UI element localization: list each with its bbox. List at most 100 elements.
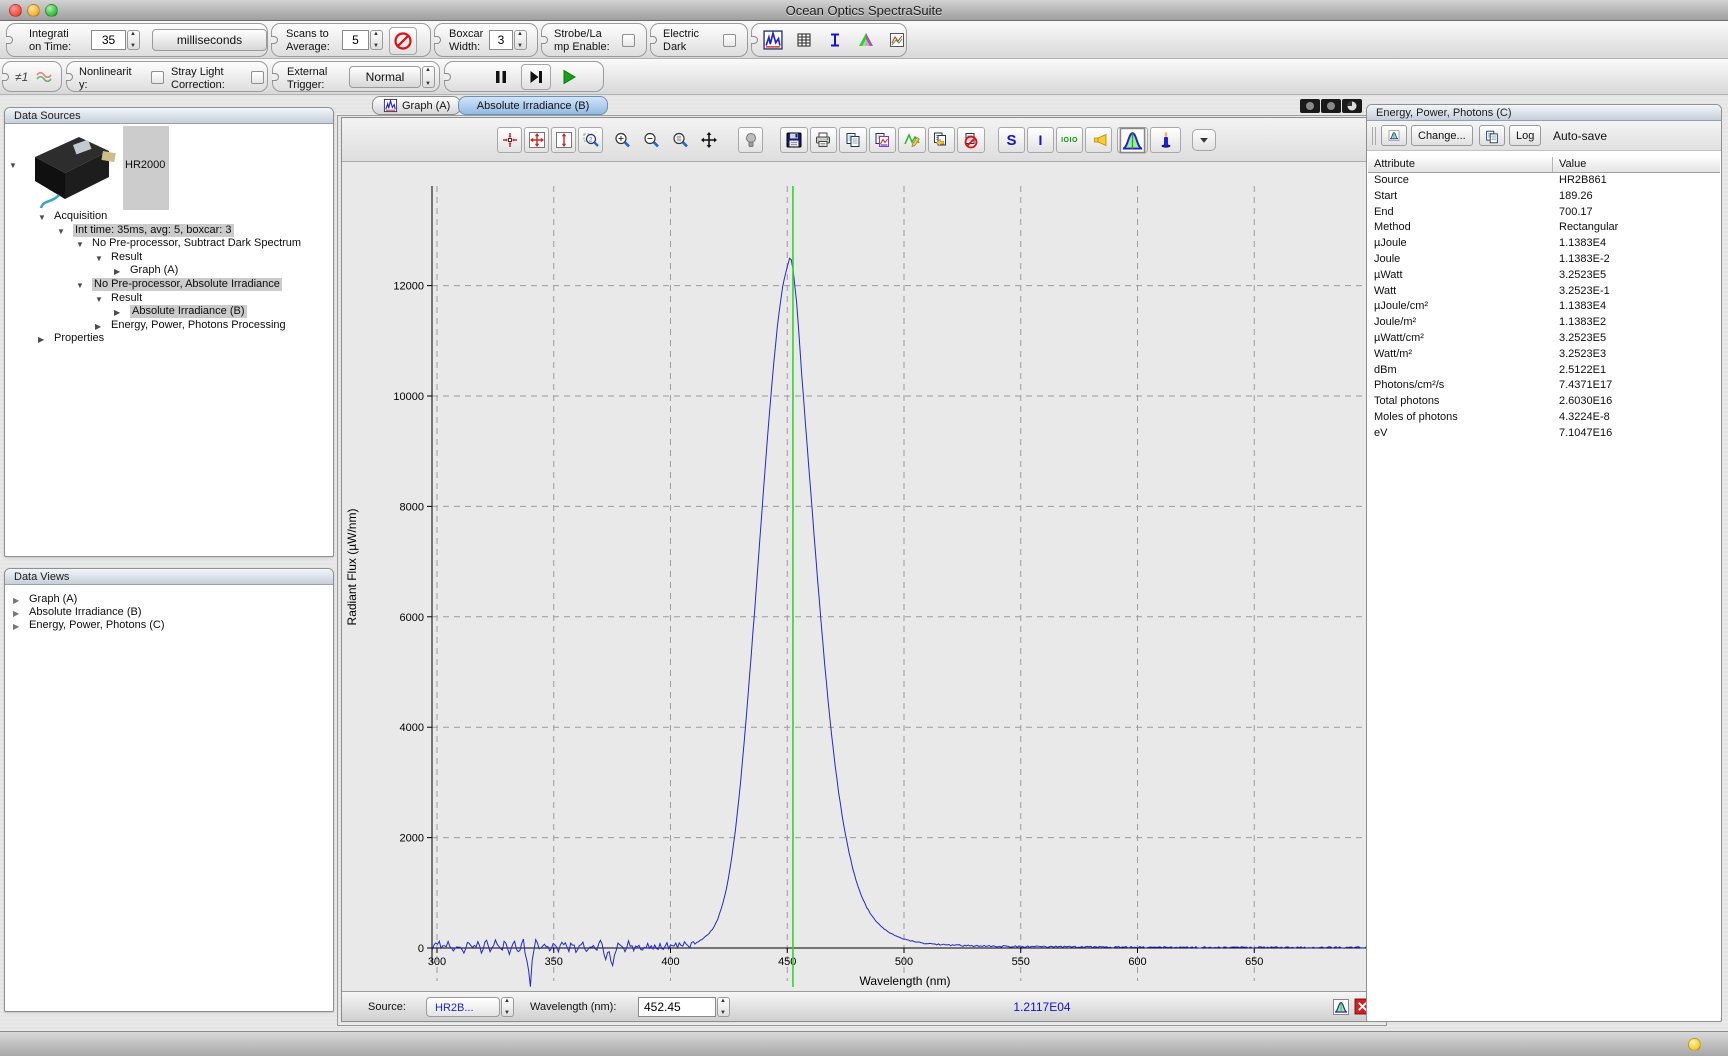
scale-to-fill-button[interactable]: [524, 127, 549, 153]
collapsed-arrow-icon[interactable]: ▶: [114, 306, 120, 319]
group-collapse-icon[interactable]: [6, 36, 13, 44]
copy-image-button[interactable]: [869, 127, 897, 153]
data-views-header[interactable]: Data Views: [5, 569, 333, 585]
scans-average-stepper[interactable]: [370, 30, 383, 50]
center-cursor-button[interactable]: [497, 127, 522, 153]
overflow-menu-button[interactable]: [1192, 129, 1216, 151]
zoom-reset-button[interactable]: [666, 127, 693, 153]
energy-panel-header[interactable]: Energy, Power, Photons (C): [1367, 105, 1721, 121]
text-view-icon[interactable]: [824, 29, 846, 51]
group-collapse-icon[interactable]: [650, 36, 657, 44]
tree-item[interactable]: ▶Graph (A): [5, 264, 333, 277]
group-collapse-icon[interactable]: [444, 73, 451, 81]
pause-icon[interactable]: [489, 65, 513, 89]
zoom-out-button[interactable]: [637, 127, 664, 153]
data-view-item[interactable]: ▶ Absolute Irradiance (B): [5, 606, 333, 619]
tree-item-device[interactable]: HR2000: [5, 159, 333, 172]
data-view-item[interactable]: ▶ Graph (A): [5, 593, 333, 606]
overlay-view-icon[interactable]: [886, 29, 908, 51]
peak-settings-button[interactable]: [1381, 125, 1407, 146]
integration-time-stepper[interactable]: [127, 30, 140, 50]
tree-item[interactable]: ▼No Pre-processor, Absolute Irradiance: [5, 278, 333, 291]
integration-unit-dropdown[interactable]: milliseconds: [152, 29, 267, 51]
graph-view-icon[interactable]: [762, 29, 784, 51]
tree-item[interactable]: ▶Energy, Power, Photons Processing: [5, 319, 333, 332]
tree-item[interactable]: ▼Result: [5, 251, 333, 264]
remove-overlay-button[interactable]: [957, 127, 985, 153]
strobe-lamp-checkbox[interactable]: [622, 34, 635, 47]
log-button[interactable]: Log: [1509, 125, 1541, 146]
edit-spectrum-button[interactable]: [898, 127, 926, 153]
print-button[interactable]: [810, 127, 838, 153]
trigger-mode-stepper[interactable]: [422, 66, 435, 88]
light-source-button[interactable]: [738, 127, 763, 153]
title-bar[interactable]: Ocean Optics SpectraSuite: [0, 0, 1728, 21]
data-sources-header[interactable]: Data Sources: [5, 108, 333, 124]
table-view-icon[interactable]: [793, 29, 815, 51]
relative-intensity-button[interactable]: [1150, 127, 1181, 153]
group-collapse-icon[interactable]: [434, 36, 441, 44]
group-collapse-icon[interactable]: [66, 73, 73, 81]
single-spectrum-button[interactable]: I: [1027, 127, 1054, 153]
collapsed-arrow-icon[interactable]: ▶: [13, 620, 19, 633]
attribute-table-header[interactable]: Attribute Value: [1368, 157, 1720, 173]
group-collapse-icon[interactable]: [271, 36, 278, 44]
expanded-arrow-icon[interactable]: ▼: [95, 293, 103, 306]
save-button[interactable]: [780, 127, 808, 153]
tree-item[interactable]: ▼Int time: 35ms, avg: 5, boxcar: 3: [5, 224, 333, 237]
tree-item[interactable]: ▼Result: [5, 292, 333, 305]
tree-item[interactable]: ▼Acquisition: [5, 210, 333, 223]
collapsed-arrow-icon[interactable]: ▶: [114, 265, 120, 278]
spectrum-chart[interactable]: 0200040006000800010000120003003504004505…: [342, 163, 1382, 992]
collapsed-arrow-icon[interactable]: ▶: [38, 333, 44, 346]
wavelength-stepper[interactable]: [717, 997, 730, 1017]
change-button[interactable]: Change...: [1411, 125, 1473, 146]
color-view-icon[interactable]: [855, 29, 877, 51]
boxcar-width-stepper[interactable]: [514, 30, 527, 50]
toolbar-grip[interactable]: [1372, 127, 1376, 145]
tab-absolute-irradiance-b[interactable]: Absolute Irradiance (B): [458, 96, 608, 115]
group-collapse-icon[interactable]: [541, 36, 548, 44]
stray-light-checkbox[interactable]: [251, 71, 264, 84]
binary-data-button[interactable]: IOIO: [1056, 127, 1083, 153]
zoom-in-button[interactable]: [608, 127, 635, 153]
pan-button[interactable]: [695, 127, 722, 153]
group-collapse-icon[interactable]: [751, 36, 758, 44]
scale-vertical-button[interactable]: [551, 127, 576, 153]
play-icon[interactable]: [557, 65, 581, 89]
export-overlay-button[interactable]: [928, 127, 956, 153]
peak-finder-button[interactable]: [1117, 127, 1148, 153]
integration-time-input[interactable]: [91, 30, 126, 50]
single-step-button[interactable]: [521, 64, 551, 90]
scans-average-input[interactable]: [342, 30, 369, 50]
tree-item[interactable]: ▶Properties: [5, 332, 333, 345]
source-dropdown[interactable]: HR2B...: [426, 997, 500, 1017]
wavelength-input[interactable]: [638, 997, 716, 1017]
collapsed-arrow-icon[interactable]: ▶: [95, 320, 101, 333]
tree-item[interactable]: ▶Absolute Irradiance (B): [5, 305, 333, 318]
not-equal-one-icon[interactable]: ≠1: [15, 70, 28, 84]
tab-graph-a[interactable]: Graph (A): [372, 96, 461, 115]
expanded-arrow-icon[interactable]: ▼: [76, 238, 84, 251]
smoothing-waves-icon[interactable]: [35, 70, 55, 84]
copy-table-button[interactable]: [1479, 125, 1505, 146]
nonlinearity-checkbox[interactable]: [151, 71, 164, 84]
zoom-to-region-button[interactable]: 2: [578, 127, 603, 153]
electric-dark-checkbox[interactable]: [723, 34, 736, 47]
data-view-item[interactable]: ▶ Energy, Power, Photons (C): [5, 619, 333, 632]
copy-button[interactable]: [839, 127, 867, 153]
strobe-enable-button[interactable]: S: [998, 127, 1025, 153]
audio-alert-button[interactable]: [1085, 127, 1112, 153]
stop-averaging-button[interactable]: [389, 27, 417, 55]
group-collapse-icon[interactable]: [272, 73, 279, 81]
autosave-label[interactable]: Auto-save: [1553, 129, 1607, 143]
group-collapse-icon[interactable]: [2, 73, 9, 81]
expanded-arrow-icon[interactable]: ▼: [95, 252, 103, 265]
peak-cursor-icon[interactable]: [1332, 998, 1350, 1016]
float-window-icon[interactable]: [1342, 99, 1362, 113]
trigger-mode-dropdown[interactable]: Normal: [349, 66, 421, 88]
expanded-arrow-icon[interactable]: ▼: [57, 225, 65, 238]
boxcar-width-input[interactable]: [489, 30, 513, 50]
tree-item[interactable]: ▼No Pre-processor, Subtract Dark Spectru…: [5, 237, 333, 250]
expanded-arrow-icon[interactable]: ▼: [38, 211, 46, 224]
